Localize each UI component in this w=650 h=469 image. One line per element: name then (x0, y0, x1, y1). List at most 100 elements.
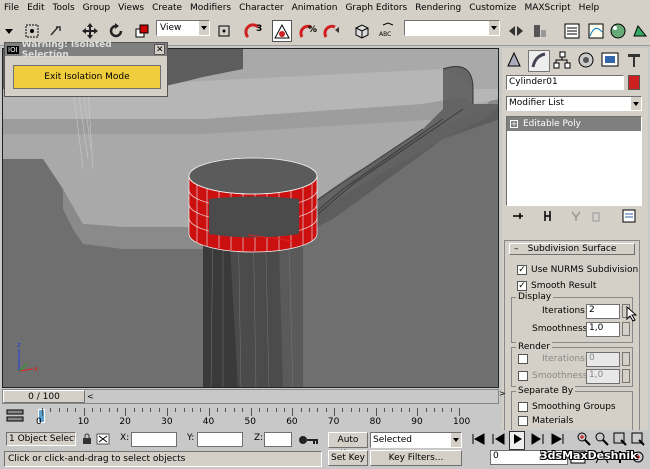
absolute-mode-icon[interactable] (96, 433, 110, 448)
x-coordinate-input[interactable] (131, 432, 177, 447)
menu-item-animation[interactable]: Animation (288, 0, 342, 16)
perspective-viewport[interactable]: z x (2, 48, 499, 388)
make-unique-icon[interactable] (570, 210, 582, 225)
timeline-tick-mark (308, 408, 310, 412)
named-selection-sets-dropdown[interactable] (404, 20, 500, 36)
prompt-line: Click or click-and-drag to select object… (4, 451, 322, 467)
remove-modifier-icon[interactable] (590, 210, 602, 225)
smoothing-groups-checkbox[interactable] (518, 402, 528, 412)
lock-icon[interactable] (82, 433, 92, 448)
menu-item-group[interactable]: Group (79, 0, 114, 16)
display-tab-icon[interactable] (600, 50, 622, 72)
previous-frame-icon[interactable] (490, 432, 506, 449)
zoom-all-icon[interactable] (594, 431, 610, 450)
percent-snap-icon[interactable]: % (298, 20, 318, 42)
object-color-swatch[interactable] (628, 75, 640, 90)
render-smoothness-checkbox[interactable] (518, 371, 528, 381)
menu-item-modifiers[interactable]: Modifiers (186, 0, 235, 16)
menu-item-create[interactable]: Create (148, 0, 186, 16)
show-end-result-icon[interactable] (542, 210, 554, 225)
iterations-input[interactable]: 2 (586, 304, 620, 319)
timeline-tick-mark (50, 408, 52, 412)
menu-item-file[interactable]: File (0, 0, 23, 16)
rollout-header[interactable]: – Subdivision Surface (509, 243, 635, 255)
render-iterations-input[interactable]: 0 (586, 352, 620, 367)
modify-tab-icon[interactable] (528, 50, 550, 72)
snap-3d-icon[interactable]: 3 (244, 20, 264, 42)
menu-item-graph-editors[interactable]: Graph Editors (341, 0, 411, 16)
use-nurms-checkbox[interactable]: ✓ Use NURMS Subdivision (517, 265, 638, 275)
zoom-icon[interactable] (576, 431, 592, 450)
object-name-field[interactable]: Cylinder01 (506, 75, 624, 90)
exit-isolation-mode-button[interactable]: Exit Isolation Mode (13, 65, 161, 89)
track-bar[interactable]: 0 10 20 30 40 50 60 70 80 90 100 (0, 405, 471, 429)
go-to-start-icon[interactable] (470, 432, 486, 449)
play-icon[interactable] (509, 431, 525, 450)
timeline-tick-mark (142, 408, 144, 412)
spinner-snap-icon[interactable] (322, 20, 342, 42)
material-editor-icon[interactable] (608, 20, 628, 42)
set-key-label: Set Key (331, 453, 365, 463)
menu-item-tools[interactable]: Tools (49, 0, 79, 16)
motion-tab-icon[interactable] (576, 50, 598, 72)
modifier-list-dropdown[interactable]: Modifier List (506, 96, 642, 111)
slider-next-arrow-icon[interactable]: > (499, 389, 511, 404)
expand-icon[interactable]: + (510, 120, 518, 128)
align-icon[interactable] (530, 20, 550, 42)
smoothness-input[interactable]: 1,0 (586, 322, 620, 337)
menu-item-customize[interactable]: Customize (465, 0, 520, 16)
next-frame-icon[interactable] (530, 432, 546, 449)
curve-editor-icon[interactable] (586, 20, 606, 42)
materials-checkbox[interactable] (518, 416, 528, 426)
menu-item-views[interactable]: Views (114, 0, 148, 16)
slider-prev-arrow-icon[interactable]: < (87, 392, 94, 401)
smoothness-spinner[interactable] (622, 322, 630, 336)
dropdown-arrow-icon[interactable] (2, 20, 16, 42)
menu-item-edit[interactable]: Edit (23, 0, 48, 16)
timeline-tick-mark (183, 408, 185, 412)
pivot-icon[interactable] (214, 20, 234, 42)
render-smoothness-input[interactable]: 1,0 (586, 369, 620, 384)
set-key-button[interactable]: Set Key (328, 450, 368, 466)
angle-snap-icon[interactable] (272, 20, 292, 42)
close-icon[interactable]: ✕ (154, 44, 165, 55)
menu-item-maxscript[interactable]: MAXScript (520, 0, 574, 16)
render-icon[interactable] (630, 20, 650, 42)
reference-coordinate-dropdown[interactable]: View (156, 20, 210, 36)
create-tab-icon[interactable] (504, 50, 526, 72)
timeline-tick-mark (317, 408, 319, 412)
auto-key-button[interactable]: Auto Key (328, 432, 368, 459)
pin-stack-icon[interactable] (512, 210, 524, 225)
zoom-extents-icon[interactable] (612, 431, 628, 450)
mirror-tool-icon[interactable] (506, 20, 526, 42)
render-smoothness-spinner[interactable] (622, 369, 630, 383)
key-filters-button[interactable]: Key Filters... (370, 450, 462, 466)
stack-item-editable-poly[interactable]: + Editable Poly (507, 117, 641, 131)
time-slider[interactable]: 0 / 100 < (2, 389, 499, 404)
timeline-tick-mark (250, 408, 252, 416)
layer-manager-icon[interactable] (562, 20, 582, 42)
key-filter-selection-dropdown[interactable]: Selected (370, 432, 462, 448)
time-slider-thumb[interactable]: 0 / 100 (3, 390, 85, 403)
named-selection-icon[interactable] (352, 20, 372, 42)
utilities-tab-icon[interactable] (624, 50, 646, 72)
configure-modifier-sets-icon[interactable] (622, 209, 636, 226)
menu-item-help[interactable]: Help (575, 0, 604, 16)
render-iterations-checkbox[interactable] (518, 354, 528, 364)
menu-item-character[interactable]: Character (235, 0, 287, 16)
y-coordinate-input[interactable] (197, 432, 243, 447)
hierarchy-tab-icon[interactable] (552, 50, 574, 72)
timeline-tick-label: 60 (286, 417, 298, 427)
viewport-scene: z x (3, 49, 498, 387)
smooth-result-checkbox[interactable]: ✓ Smooth Result (517, 281, 596, 291)
set-key-mode-icon[interactable] (298, 434, 320, 449)
z-coordinate-input[interactable] (264, 432, 292, 447)
zoom-extents-all-icon[interactable] (630, 431, 646, 450)
go-to-end-icon[interactable] (550, 432, 566, 449)
mirror-icon[interactable]: ABC (378, 20, 398, 42)
timeline-tick-mark (83, 408, 85, 416)
mouse-cursor-icon (626, 306, 638, 322)
render-iterations-spinner[interactable] (622, 352, 630, 366)
timeline-tick-label: 100 (453, 417, 471, 427)
menu-item-rendering[interactable]: Rendering (411, 0, 465, 16)
